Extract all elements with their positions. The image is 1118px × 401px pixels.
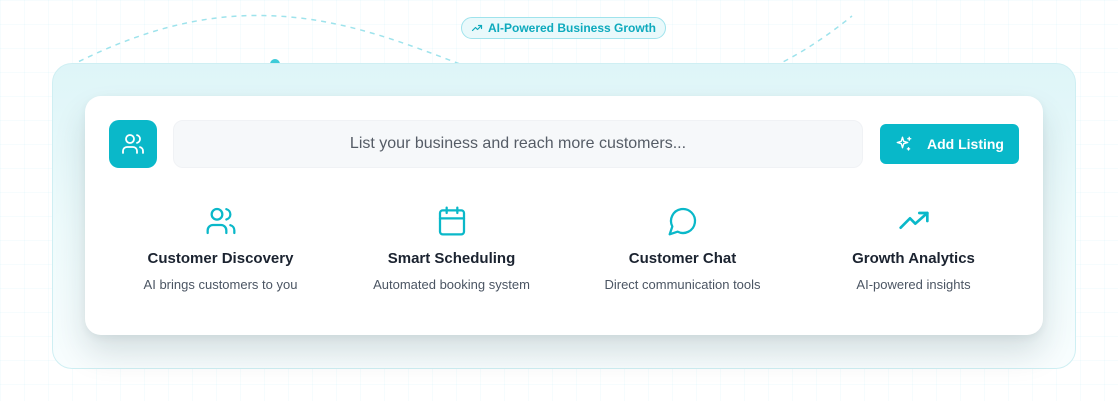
feature-description: AI brings customers to you bbox=[143, 277, 298, 292]
message-circle-icon bbox=[666, 204, 700, 238]
feature-smart-scheduling: Smart Scheduling Automated booking syste… bbox=[336, 204, 567, 304]
trending-up-icon bbox=[471, 22, 483, 34]
users-icon bbox=[121, 132, 145, 156]
users-icon bbox=[204, 204, 238, 238]
feature-title: Customer Chat bbox=[628, 250, 737, 267]
listing-input[interactable]: List your business and reach more custom… bbox=[173, 120, 863, 168]
business-avatar bbox=[109, 120, 157, 168]
feature-customer-discovery: Customer Discovery AI brings customers t… bbox=[105, 204, 336, 304]
features-row: Customer Discovery AI brings customers t… bbox=[105, 204, 1029, 304]
feature-description: AI-powered insights bbox=[856, 277, 971, 292]
trending-up-icon bbox=[897, 204, 931, 238]
sparkles-icon bbox=[895, 135, 913, 153]
add-listing-button[interactable]: Add Listing bbox=[880, 124, 1019, 164]
listing-card: List your business and reach more custom… bbox=[85, 96, 1043, 335]
add-listing-label: Add Listing bbox=[927, 136, 1004, 152]
feature-description: Direct communication tools bbox=[604, 277, 761, 292]
calendar-icon bbox=[435, 204, 469, 238]
ai-growth-badge: AI-Powered Business Growth bbox=[461, 17, 666, 39]
feature-title: Customer Discovery bbox=[147, 250, 294, 267]
feature-title: Growth Analytics bbox=[852, 250, 975, 267]
feature-growth-analytics: Growth Analytics AI-powered insights bbox=[798, 204, 1029, 304]
badge-label: AI-Powered Business Growth bbox=[487, 21, 657, 35]
listing-input-placeholder: List your business and reach more custom… bbox=[349, 135, 687, 152]
feature-customer-chat: Customer Chat Direct communication tools bbox=[567, 204, 798, 304]
feature-description: Automated booking system bbox=[373, 277, 530, 292]
feature-title: Smart Scheduling bbox=[387, 250, 516, 267]
